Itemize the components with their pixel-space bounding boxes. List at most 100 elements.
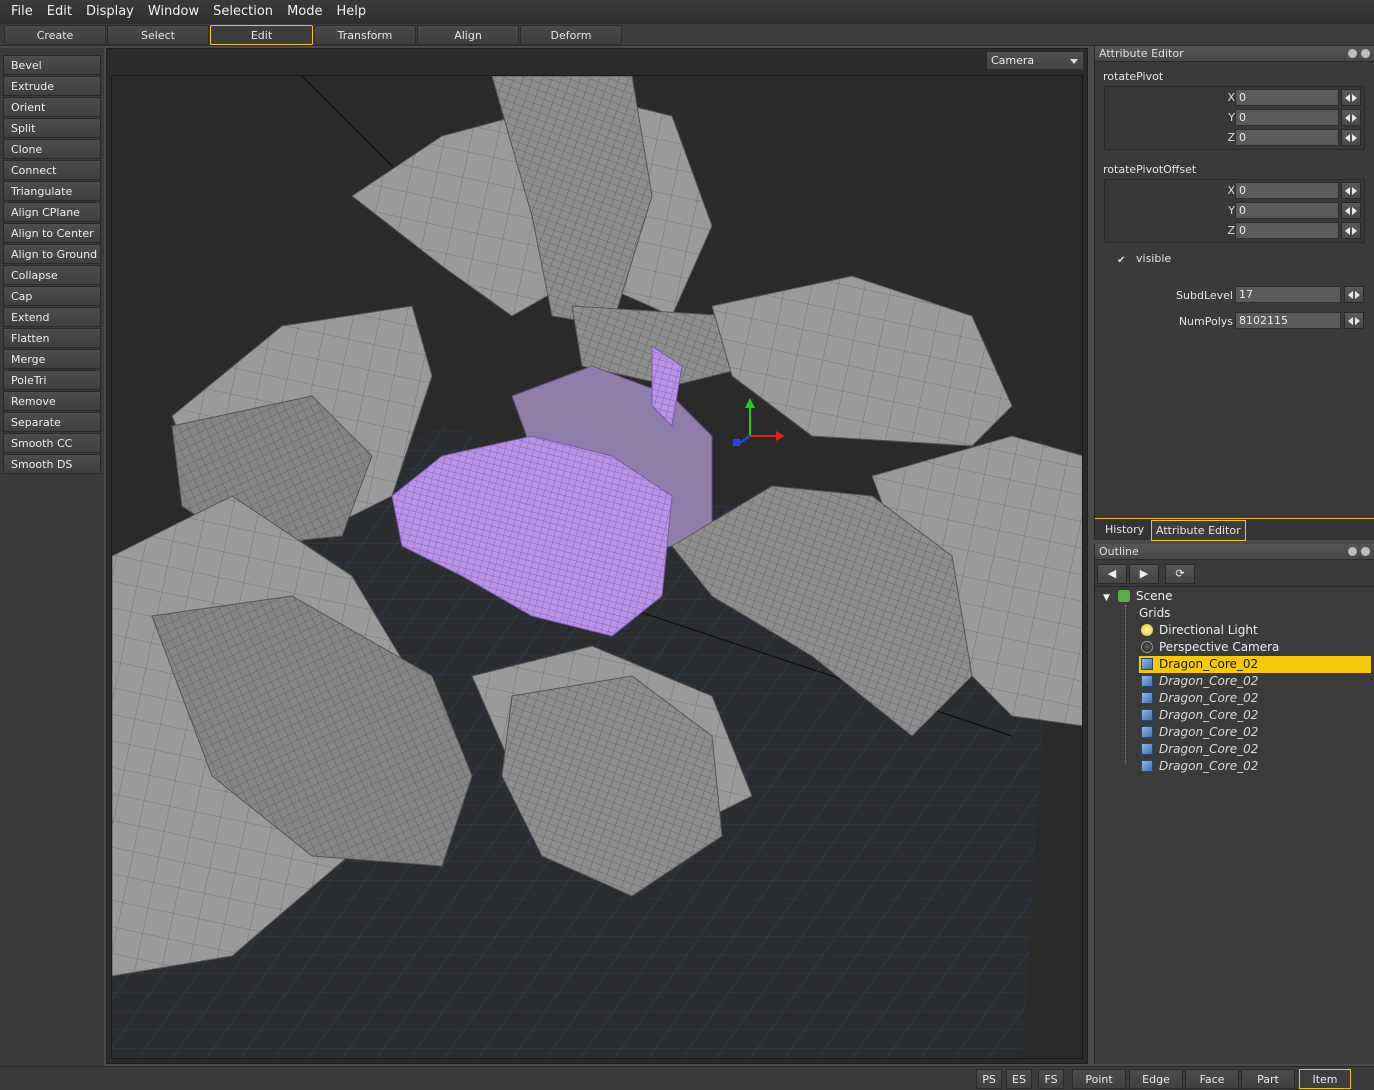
tree-item-dragon-selected[interactable]: Dragon_Core_02 (1139, 656, 1371, 673)
align-to-center-button[interactable]: Align to Center (3, 223, 101, 243)
extrude-button[interactable]: Extrude (3, 76, 101, 96)
rotate-pivot-x-field[interactable]: 0 (1235, 89, 1339, 106)
mesh-cube-icon (1141, 675, 1153, 687)
rotate-pivot-offset-z-field[interactable]: 0 (1235, 222, 1339, 239)
attribute-editor-title-text: Attribute Editor (1099, 47, 1184, 60)
align-to-ground-button[interactable]: Align to Ground (3, 244, 101, 264)
rotate-pivot-offset-x-stepper[interactable] (1341, 182, 1361, 199)
rotate-pivot-offset-x-field[interactable]: 0 (1235, 182, 1339, 199)
instance-label: Dragon_Core_02 (1159, 742, 1259, 756)
menu-mode[interactable]: Mode (280, 0, 329, 24)
rotate-pivot-offset-z-stepper[interactable] (1341, 222, 1361, 239)
rotate-pivot-y-field[interactable]: 0 (1235, 109, 1339, 126)
tab-select[interactable]: Select (107, 25, 209, 45)
subd-level-field[interactable]: 17 (1235, 286, 1341, 303)
close-panel-icon[interactable] (1361, 49, 1370, 58)
poletri-button[interactable]: PoleTri (3, 370, 101, 390)
float-panel-icon[interactable] (1348, 547, 1357, 556)
camera-label: Perspective Camera (1159, 640, 1280, 654)
tree-item-instance[interactable]: Dragon_Core_02 (1141, 673, 1258, 690)
fs-button[interactable]: FS (1038, 1069, 1064, 1089)
visible-row: ✔ visible (1117, 252, 1171, 267)
rotate-pivot-x-stepper[interactable] (1341, 89, 1361, 106)
mesh-cube-icon (1141, 692, 1153, 704)
rotate-pivot-offset-z-row: Z 0 (1105, 222, 1364, 240)
camera-icon (1141, 641, 1153, 653)
split-button[interactable]: Split (3, 118, 101, 138)
tab-attribute-editor[interactable]: Attribute Editor (1151, 520, 1246, 541)
tab-transform[interactable]: Transform (314, 25, 416, 45)
instance-label: Dragon_Core_02 (1159, 708, 1259, 722)
tab-align[interactable]: Align (417, 25, 519, 45)
remove-button[interactable]: Remove (3, 391, 101, 411)
subd-level-stepper[interactable] (1344, 286, 1364, 303)
tree-item-instance[interactable]: Dragon_Core_02 (1141, 758, 1258, 775)
clone-button[interactable]: Clone (3, 139, 101, 159)
point-mode-button[interactable]: Point (1072, 1069, 1126, 1089)
item-mode-button[interactable]: Item (1299, 1069, 1351, 1089)
rotate-pivot-offset-y-field[interactable]: 0 (1235, 202, 1339, 219)
align-cplane-button[interactable]: Align CPlane (3, 202, 101, 222)
back-arrow-icon[interactable]: ◀ (1097, 564, 1127, 584)
expand-arrow-icon[interactable]: ▼ (1103, 593, 1110, 603)
tab-create[interactable]: Create (4, 25, 106, 45)
num-polys-stepper[interactable] (1344, 312, 1364, 329)
menu-help[interactable]: Help (329, 0, 373, 24)
menu-file[interactable]: File (4, 0, 40, 24)
refresh-icon[interactable]: ⟳ (1165, 564, 1195, 584)
menu-display[interactable]: Display (79, 0, 141, 24)
tab-edit[interactable]: Edit (210, 25, 313, 45)
num-polys-field[interactable]: 8102115 (1235, 312, 1341, 329)
tab-deform[interactable]: Deform (520, 25, 622, 45)
float-panel-icon[interactable] (1348, 49, 1357, 58)
rotate-pivot-z-field[interactable]: 0 (1235, 129, 1339, 146)
orient-button[interactable]: Orient (3, 97, 101, 117)
3d-viewport[interactable] (111, 75, 1083, 1059)
es-button[interactable]: ES (1006, 1069, 1032, 1089)
tree-item-camera[interactable]: Perspective Camera (1141, 639, 1279, 656)
menu-edit[interactable]: Edit (40, 0, 79, 24)
flatten-button[interactable]: Flatten (3, 328, 101, 348)
cap-button[interactable]: Cap (3, 286, 101, 306)
viewport-frame: Camera (106, 48, 1088, 1064)
mesh-cube-icon (1141, 658, 1153, 670)
instance-label: Dragon_Core_02 (1159, 674, 1259, 688)
forward-arrow-icon[interactable]: ▶ (1129, 564, 1159, 584)
separate-button[interactable]: Separate (3, 412, 101, 432)
merge-button[interactable]: Merge (3, 349, 101, 369)
rotate-pivot-z-row: Z 0 (1105, 129, 1364, 147)
menu-selection[interactable]: Selection (206, 0, 280, 24)
tree-item-instance[interactable]: Dragon_Core_02 (1141, 724, 1258, 741)
outline-title-text: Outline (1099, 545, 1139, 558)
collapse-button[interactable]: Collapse (3, 265, 101, 285)
smooth-cc-button[interactable]: Smooth CC (3, 433, 101, 453)
tree-item-instance[interactable]: Dragon_Core_02 (1141, 741, 1258, 758)
camera-select[interactable]: Camera (986, 51, 1084, 70)
grids-label: Grids (1139, 606, 1171, 620)
tree-item-light[interactable]: Directional Light (1141, 622, 1258, 639)
tree-item-scene[interactable]: ▼ Scene (1103, 588, 1173, 605)
smooth-ds-button[interactable]: Smooth DS (3, 454, 101, 474)
rotate-pivot-offset-y-stepper[interactable] (1341, 202, 1361, 219)
triangulate-button[interactable]: Triangulate (3, 181, 101, 201)
rotate-pivot-z-stepper[interactable] (1341, 129, 1361, 146)
extend-button[interactable]: Extend (3, 307, 101, 327)
tab-history[interactable]: History (1101, 520, 1148, 541)
outline-toolbar: ◀ ▶ ⟳ (1095, 560, 1374, 586)
tree-item-instance[interactable]: Dragon_Core_02 (1141, 690, 1258, 707)
scene-icon (1117, 590, 1130, 602)
tree-item-grids[interactable]: Grids (1139, 605, 1170, 622)
edge-mode-button[interactable]: Edge (1129, 1069, 1183, 1089)
connect-button[interactable]: Connect (3, 160, 101, 180)
close-panel-icon[interactable] (1361, 547, 1370, 556)
bevel-button[interactable]: Bevel (3, 55, 101, 75)
rotate-pivot-y-stepper[interactable] (1341, 109, 1361, 126)
rotate-pivot-offset-y-row: Y 0 (1105, 202, 1364, 220)
menu-window[interactable]: Window (141, 0, 206, 24)
ps-button[interactable]: PS (976, 1069, 1002, 1089)
face-mode-button[interactable]: Face (1185, 1069, 1239, 1089)
tree-item-instance[interactable]: Dragon_Core_02 (1141, 707, 1258, 724)
light-label: Directional Light (1159, 623, 1258, 637)
part-mode-button[interactable]: Part (1241, 1069, 1295, 1089)
visible-checkbox[interactable]: ✔ (1117, 256, 1128, 267)
